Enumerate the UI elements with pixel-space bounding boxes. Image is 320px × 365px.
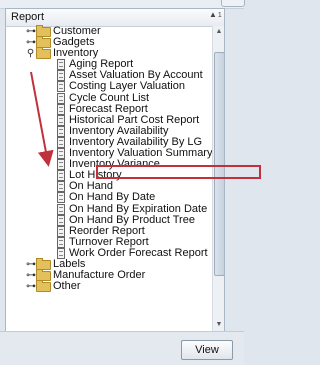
expand-toggle-icon[interactable]: ⊶ <box>26 259 36 269</box>
collapse-toggle-icon[interactable]: ⚲ <box>26 49 35 59</box>
tree-report-label: On Hand By Expiration Date <box>69 202 208 215</box>
panel-corner-button[interactable] <box>221 0 245 7</box>
tree-rows: ⊶ Customer ⊶ Gadgets ⚲ Inventory Aging Report A… <box>6 25 212 293</box>
tree-report-label: On Hand By Product Tree <box>69 213 195 226</box>
sort-indicator: ▲1 <box>209 10 222 19</box>
expand-toggle-icon[interactable]: ⊶ <box>26 271 36 281</box>
report-document-icon <box>57 148 65 160</box>
tree-folder-row[interactable]: ⊶ Other <box>6 280 212 293</box>
report-document-icon <box>57 103 65 115</box>
tree-report-label: Work Order Forecast Report <box>69 246 208 259</box>
sort-index: 1 <box>217 12 222 19</box>
view-button[interactable]: View <box>181 340 233 360</box>
report-document-icon <box>57 70 65 82</box>
expand-toggle-icon[interactable]: ⊶ <box>26 38 36 48</box>
tree-report-label: Forecast Report <box>69 102 148 115</box>
folder-icon <box>36 47 51 60</box>
tree-report-row[interactable]: Costing Layer Valuation <box>6 80 212 93</box>
tree-report-row[interactable]: On Hand By Date <box>6 191 212 204</box>
report-document-icon <box>57 225 65 237</box>
scroll-up-arrow-icon[interactable]: ▲ <box>213 26 224 38</box>
column-header-label: Report <box>11 11 45 23</box>
highlight-box <box>96 165 261 179</box>
tree-report-label: On Hand By Date <box>69 191 156 204</box>
tree-report-label: Costing Layer Valuation <box>69 80 185 93</box>
expand-toggle-icon[interactable]: ⊶ <box>26 282 36 292</box>
report-document-icon <box>57 136 65 148</box>
report-document-icon <box>57 203 65 215</box>
report-document-icon <box>57 92 65 104</box>
report-document-icon <box>57 59 65 71</box>
report-document-icon <box>57 236 65 248</box>
report-document-icon <box>57 181 65 193</box>
report-document-icon <box>57 125 65 137</box>
report-document-icon <box>57 81 65 93</box>
tree-folder-label: Other <box>53 280 81 293</box>
tree-report-label: Cycle Count List <box>69 91 150 104</box>
tree-report-row[interactable]: Cycle Count List <box>6 91 212 104</box>
report-document-icon <box>57 214 65 226</box>
report-document-icon <box>57 159 65 171</box>
expand-toggle-icon[interactable]: ⊶ <box>26 27 36 37</box>
scroll-down-arrow-icon[interactable]: ▼ <box>213 319 224 331</box>
report-document-icon <box>57 114 65 126</box>
report-document-icon <box>57 192 65 204</box>
folder-icon <box>36 280 51 293</box>
sort-arrow-icon: ▲ <box>209 10 217 19</box>
tree-report-row[interactable]: On Hand By Expiration Date <box>6 202 212 215</box>
scrollbar-thumb[interactable] <box>214 52 224 276</box>
report-document-icon <box>57 170 65 182</box>
